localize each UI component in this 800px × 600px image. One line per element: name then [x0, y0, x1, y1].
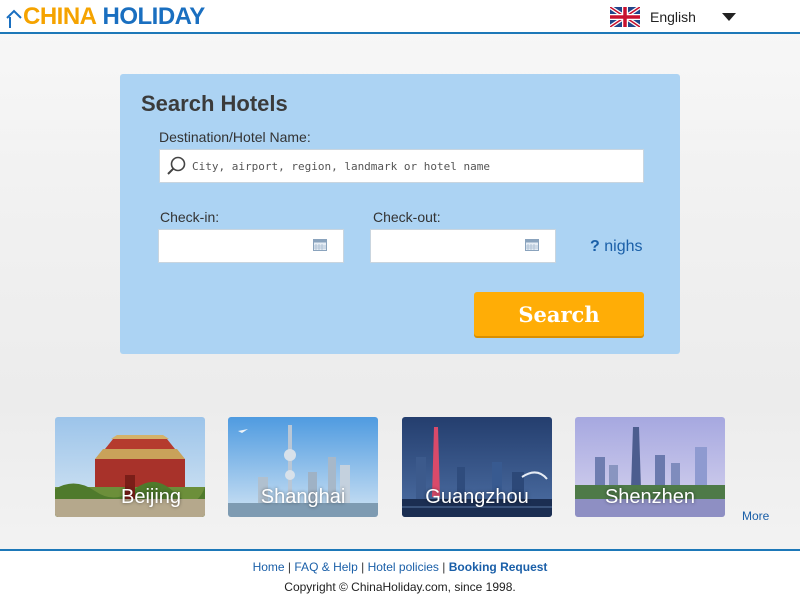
city-name: Shenzhen [604, 486, 696, 508]
copyright-text: Copyright © ChinaHoliday.com, since 1998… [284, 580, 516, 594]
checkout-label: Check-out: [373, 209, 441, 225]
calendar-icon[interactable] [313, 239, 327, 251]
city-card-shanghai[interactable]: Shanghai [228, 417, 378, 517]
city-name: Beijing [121, 486, 182, 508]
city-name: Guangzhou [425, 486, 529, 508]
checkin-input[interactable] [165, 230, 315, 262]
checkin-label: Check-in: [160, 209, 220, 225]
footer-link-home[interactable]: Home [253, 560, 285, 574]
site-footer: Home | FAQ & Help | Hotel policies | Boo… [0, 549, 800, 600]
language-label: English [650, 9, 696, 25]
hotel-search-panel: Search Hotels Destination/Hotel Name: Ch… [120, 74, 680, 354]
more-cities-link[interactable]: More [742, 509, 769, 523]
destination-label: Destination/Hotel Name: [159, 129, 311, 145]
logo-text-china: CHINA [23, 3, 97, 30]
destination-input[interactable] [192, 151, 632, 181]
search-title: Search Hotels [141, 91, 288, 116]
site-header: CHINA HOLIDAY English [0, 0, 800, 34]
nights-number: ? [590, 238, 600, 255]
checkout-input[interactable] [377, 230, 527, 262]
footer-separator: | [361, 560, 365, 574]
search-icon [167, 156, 186, 175]
destination-field[interactable] [159, 149, 644, 183]
footer-separator: | [442, 560, 446, 574]
city-card-guangzhou[interactable]: Guangzhou [402, 417, 552, 517]
city-name: Shanghai [260, 486, 346, 508]
nights-label: nighs [604, 238, 643, 255]
footer-link-hotel-policies[interactable]: Hotel policies [368, 560, 439, 574]
house-icon [6, 9, 22, 28]
footer-link-faq[interactable]: FAQ & Help [294, 560, 357, 574]
nights-count: ? nighs [590, 238, 642, 256]
footer-link-booking-request[interactable]: Booking Request [449, 560, 548, 574]
uk-flag-icon [610, 7, 640, 27]
city-card-shenzhen[interactable]: Shenzhen [575, 417, 725, 517]
city-card-beijing[interactable]: Beijing [55, 417, 205, 517]
search-button[interactable]: Search [474, 292, 644, 336]
site-logo[interactable]: CHINA HOLIDAY [6, 4, 205, 30]
chevron-down-icon[interactable] [721, 13, 736, 21]
language-selector[interactable]: English [610, 7, 736, 27]
logo-text-holiday: HOLIDAY [102, 3, 206, 30]
checkin-field[interactable] [158, 229, 344, 263]
checkout-field[interactable] [370, 229, 556, 263]
footer-separator: | [287, 560, 292, 574]
footer-nav: Home | FAQ & Help | Hotel policies | Boo… [0, 560, 800, 574]
calendar-icon[interactable] [525, 239, 539, 251]
